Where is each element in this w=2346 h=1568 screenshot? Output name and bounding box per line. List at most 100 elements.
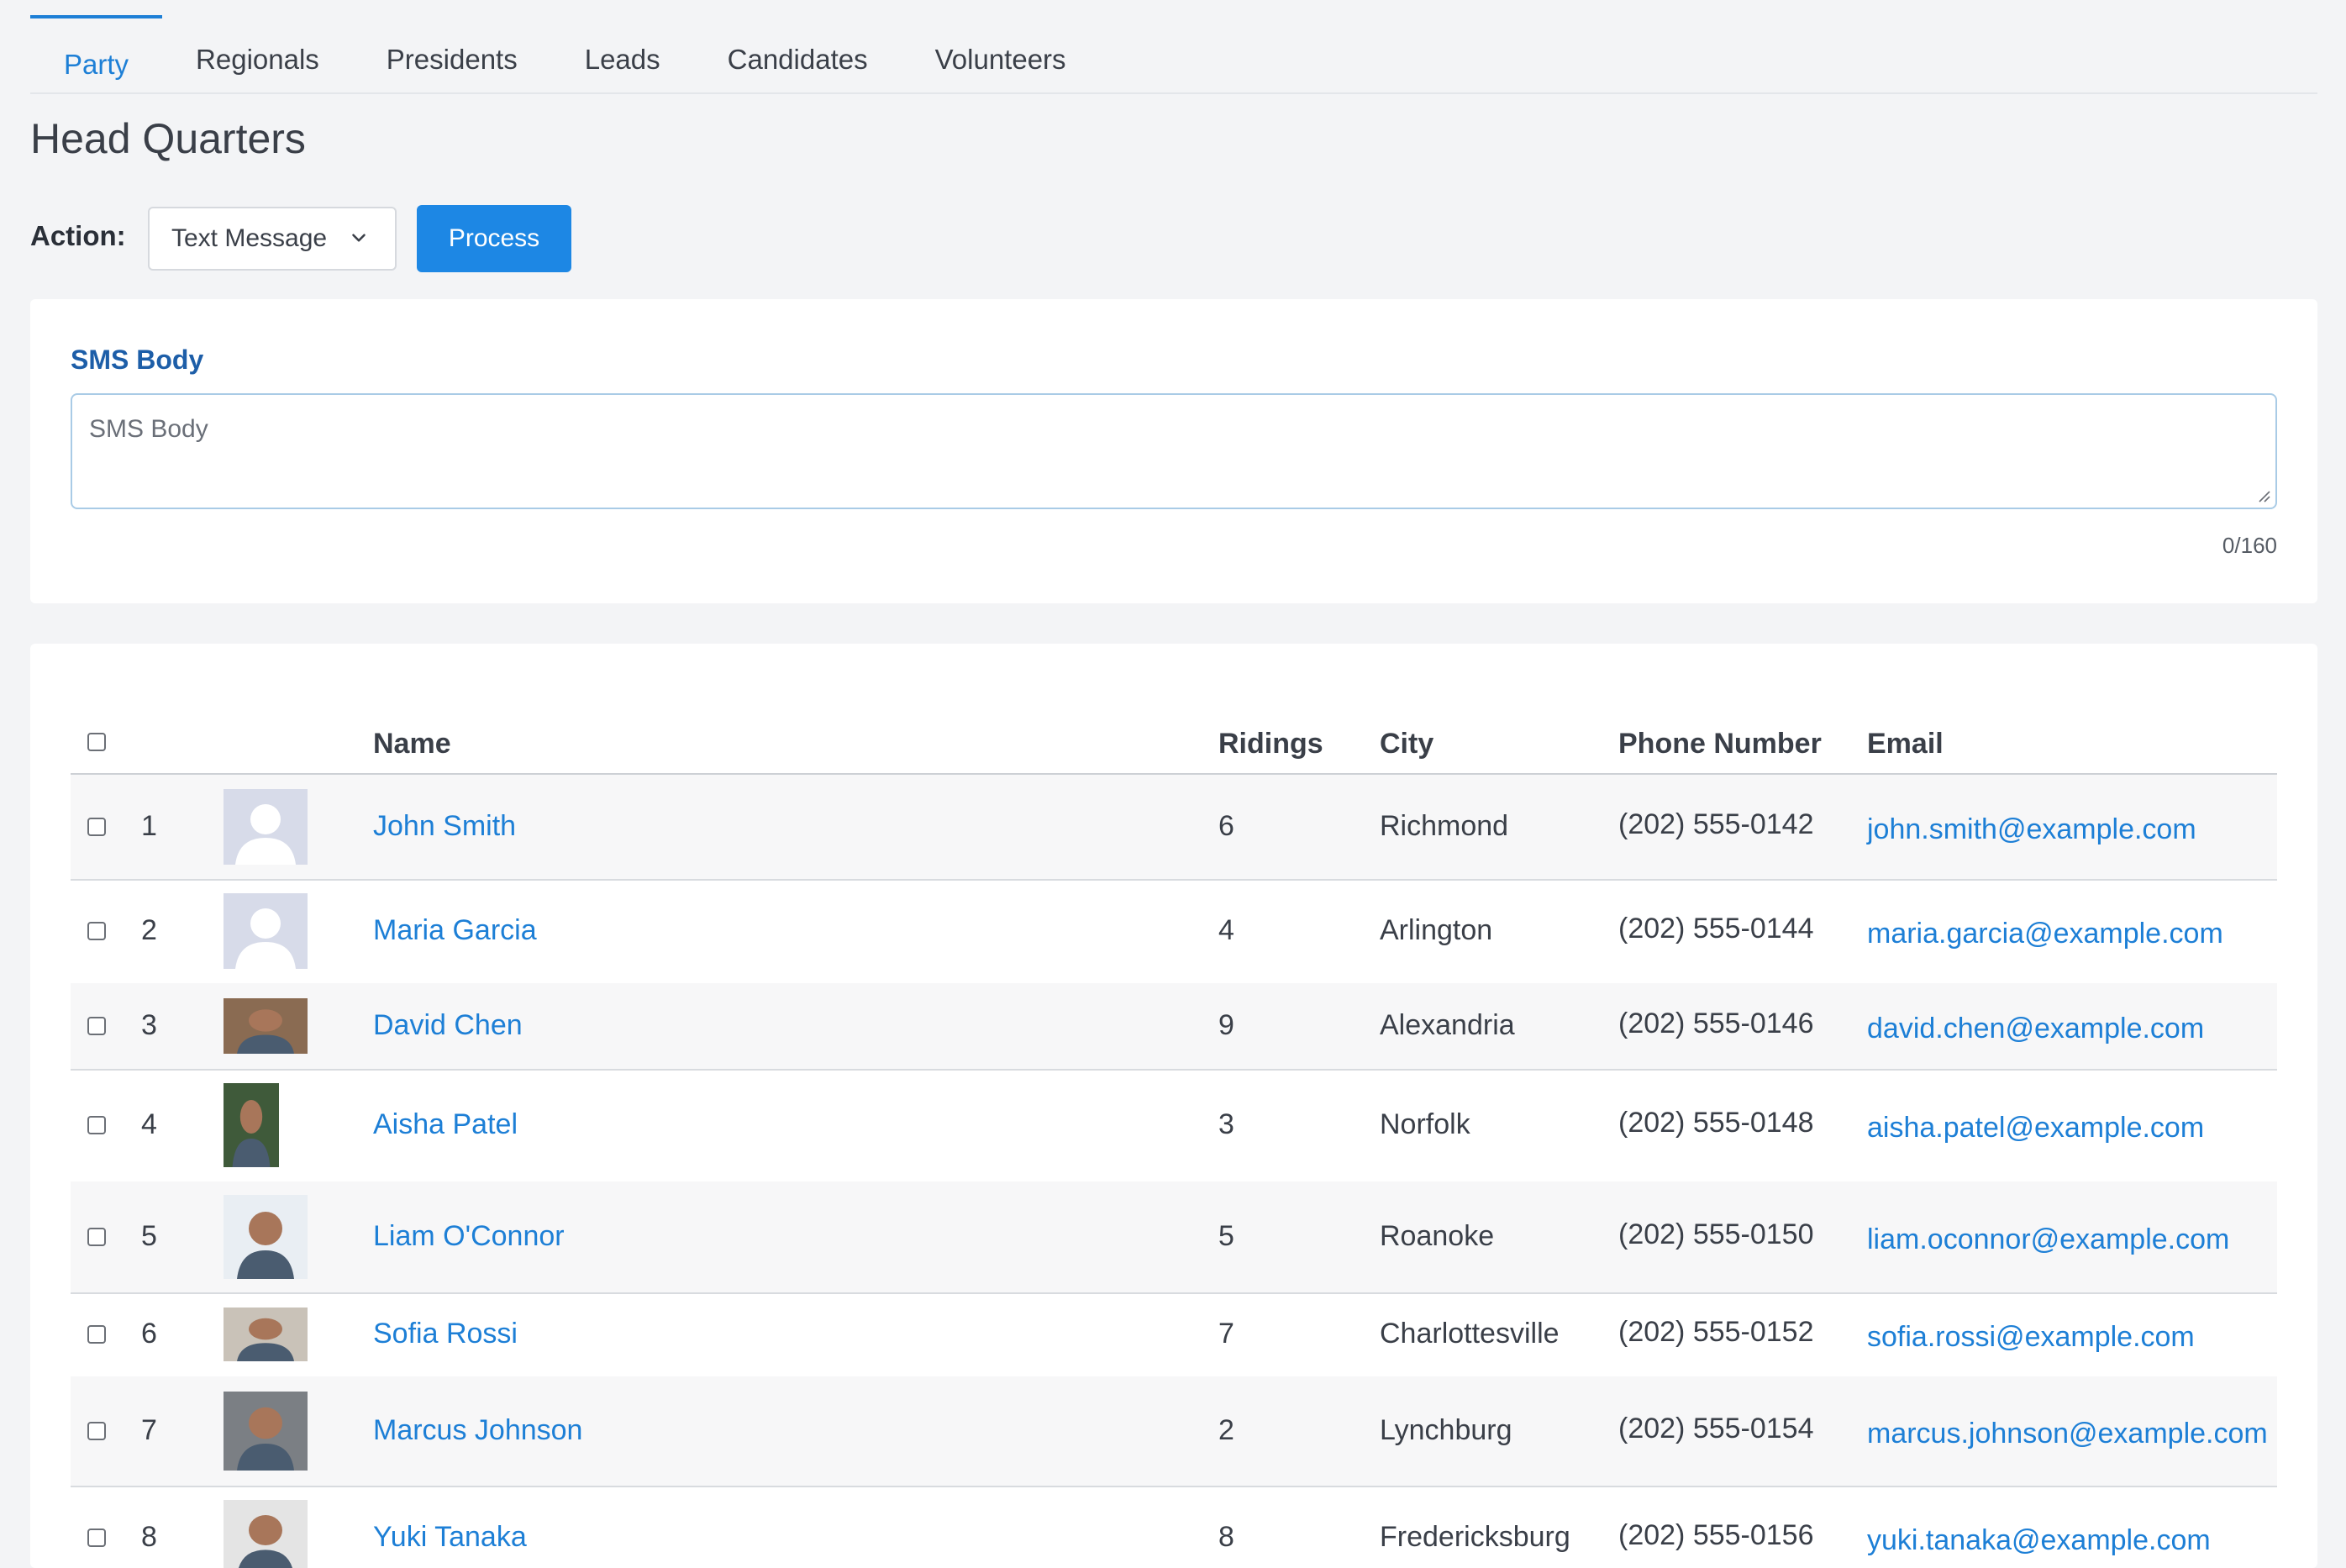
phone-value: (202) 555-0152 [1618,1316,1814,1348]
ridings-value: 6 [1218,810,1234,842]
email-link[interactable]: yuki.tanaka@example.com [1867,1524,2211,1557]
tab-bar: Party Regionals Presidents Leads Candida… [30,0,2317,94]
sms-body-placeholder: SMS Body [89,415,208,443]
row-checkbox[interactable] [87,1325,106,1344]
phone-value: (202) 555-0146 [1618,1008,1814,1039]
tab-volunteers[interactable]: Volunteers [902,13,1100,106]
resize-handle-icon[interactable] [2255,487,2270,502]
row-number: 2 [141,914,157,946]
city-value: Alexandria [1380,1009,1515,1041]
person-photo-icon [224,1083,279,1167]
row-checkbox[interactable] [87,1529,106,1547]
action-label: Action: [30,220,126,251]
row-number: 1 [141,810,157,842]
avatar [224,789,308,865]
tab-leads[interactable]: Leads [551,13,694,106]
email-link[interactable]: liam.oconnor@example.com [1867,1223,2229,1256]
email-link[interactable]: sofia.rossi@example.com [1867,1321,2195,1354]
member-name-link[interactable]: Marcus Johnson [373,1414,582,1447]
page-title: Head Quarters [30,115,306,162]
person-photo-icon [224,1392,308,1471]
person-placeholder-icon [224,893,308,969]
sms-body-input[interactable]: SMS Body [71,393,2277,509]
row-number: 7 [141,1414,157,1446]
email-link[interactable]: david.chen@example.com [1867,1013,2204,1045]
select-all-checkbox[interactable] [87,733,106,751]
member-name-link[interactable]: John Smith [373,810,516,843]
email-link[interactable]: john.smith@example.com [1867,813,2196,846]
city-value: Norfolk [1380,1108,1470,1140]
table-row[interactable]: 8 Yuki Tanaka 8 Fredericksburg (202) 555… [71,1486,2277,1568]
header-ridings[interactable]: Ridings [1218,728,1323,760]
avatar [224,893,308,969]
member-name-link[interactable]: Yuki Tanaka [373,1521,527,1554]
table-row[interactable]: 3 David Chen 9 Alexandria (202) 555-0146… [71,983,2277,1071]
header-name[interactable]: Name [373,728,451,760]
phone-value: (202) 555-0148 [1618,1107,1814,1139]
sms-card: SMS Body SMS Body 0/160 [30,299,2317,603]
row-checkbox[interactable] [87,1116,106,1134]
header-phone[interactable]: Phone Number [1618,728,1822,760]
row-number: 6 [141,1318,157,1350]
person-photo-icon [224,998,308,1054]
avatar [224,1083,279,1167]
city-value: Charlottesville [1380,1318,1560,1350]
phone-value: (202) 555-0156 [1618,1519,1814,1551]
ridings-value: 3 [1218,1108,1234,1140]
phone-value: (202) 555-0150 [1618,1218,1814,1250]
header-email[interactable]: Email [1867,728,1944,760]
ridings-value: 8 [1218,1521,1234,1553]
process-button[interactable]: Process [417,205,571,272]
row-number: 8 [141,1521,157,1553]
ridings-value: 7 [1218,1318,1234,1350]
action-select[interactable]: Text Message [148,207,397,271]
ridings-value: 5 [1218,1220,1234,1252]
city-value: Arlington [1380,914,1493,946]
avatar [224,1308,308,1361]
person-placeholder-icon [224,789,308,865]
member-name-link[interactable]: David Chen [373,1009,523,1042]
email-link[interactable]: marcus.johnson@example.com [1867,1418,2268,1450]
member-name-link[interactable]: Aisha Patel [373,1108,518,1141]
member-name-link[interactable]: Liam O'Connor [373,1220,565,1253]
person-photo-icon [224,1308,308,1361]
tab-presidents[interactable]: Presidents [353,13,551,106]
avatar [224,1500,308,1568]
row-checkbox[interactable] [87,922,106,940]
member-name-link[interactable]: Sofia Rossi [373,1318,518,1350]
header-city[interactable]: City [1380,728,1433,760]
table-row[interactable]: 6 Sofia Rossi 7 Charlottesville (202) 55… [71,1292,2277,1378]
person-photo-icon [224,1500,308,1568]
avatar [224,998,308,1054]
avatar [224,1195,308,1279]
city-value: Richmond [1380,810,1509,842]
row-checkbox[interactable] [87,1422,106,1440]
sms-body-label: SMS Body [71,345,204,375]
table-row[interactable]: 4 Aisha Patel 3 Norfolk (202) 555-0148 a… [71,1069,2277,1183]
ridings-value: 2 [1218,1414,1234,1446]
table-row[interactable]: 2 Maria Garcia 4 Arlington (202) 555-014… [71,879,2277,985]
members-table-card: Name Ridings City Phone Number Email 1 J… [30,644,2317,1568]
tab-party[interactable]: Party [30,15,163,111]
phone-value: (202) 555-0154 [1618,1413,1814,1444]
email-link[interactable]: maria.garcia@example.com [1867,918,2223,950]
row-checkbox[interactable] [87,1228,106,1246]
table-row[interactable]: 7 Marcus Johnson 2 Lynchburg (202) 555-0… [71,1376,2277,1487]
person-photo-icon [224,1195,308,1279]
member-name-link[interactable]: Maria Garcia [373,914,537,947]
row-checkbox[interactable] [87,818,106,836]
sms-char-counter: 0/160 [2222,533,2277,558]
ridings-value: 9 [1218,1009,1234,1041]
row-checkbox[interactable] [87,1017,106,1035]
row-number: 5 [141,1220,157,1252]
chevron-down-icon [352,234,366,242]
phone-value: (202) 555-0142 [1618,808,1814,840]
table-row[interactable]: 1 John Smith 6 Richmond (202) 555-0142 j… [71,775,2277,881]
city-value: Roanoke [1380,1220,1495,1252]
table-row[interactable]: 5 Liam O'Connor 5 Roanoke (202) 555-0150… [71,1181,2277,1294]
tab-regionals[interactable]: Regionals [162,13,353,106]
tab-candidates[interactable]: Candidates [694,13,902,106]
ridings-value: 4 [1218,914,1234,946]
email-link[interactable]: aisha.patel@example.com [1867,1112,2204,1144]
city-value: Lynchburg [1380,1414,1512,1446]
